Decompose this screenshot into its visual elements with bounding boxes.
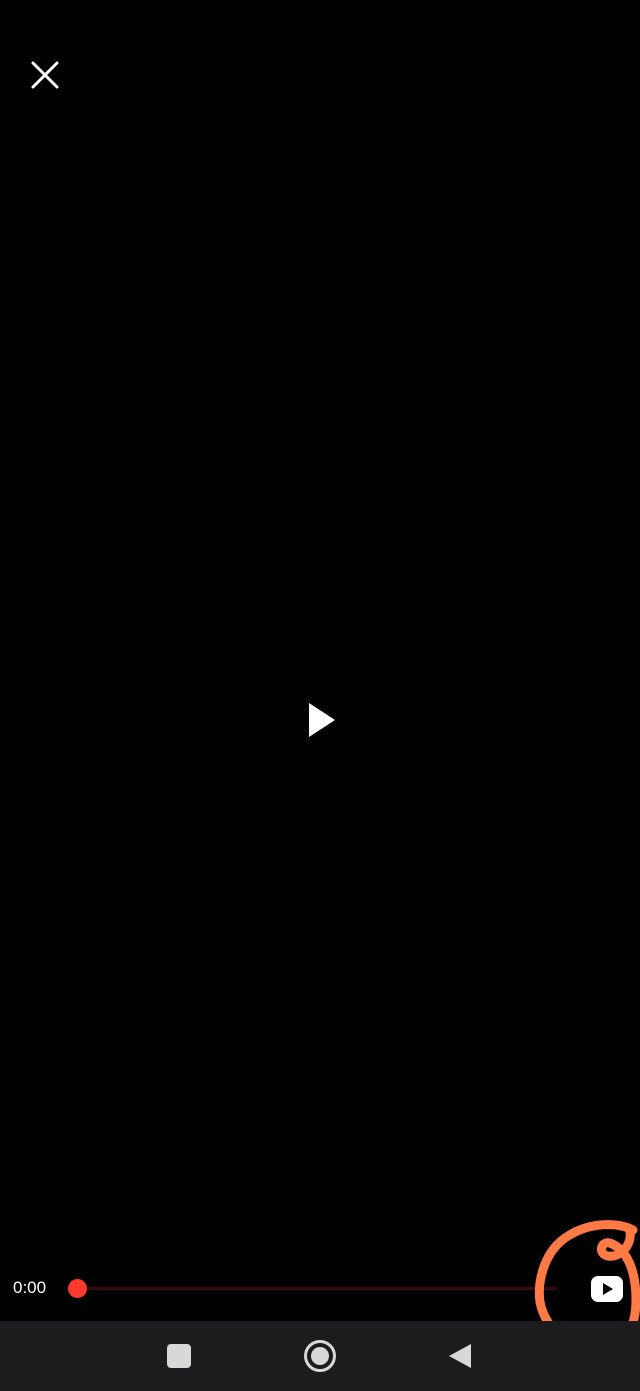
back-button[interactable] bbox=[420, 1321, 500, 1391]
seek-bar[interactable] bbox=[68, 1279, 557, 1298]
close-icon bbox=[31, 61, 59, 89]
system-navigation-bar bbox=[0, 1321, 640, 1391]
video-player: 0:00 bbox=[0, 0, 640, 1321]
youtube-icon bbox=[591, 1276, 623, 1302]
home-icon bbox=[304, 1340, 336, 1372]
recent-apps-button[interactable] bbox=[139, 1321, 219, 1391]
current-time: 0:00 bbox=[13, 1278, 47, 1297]
open-in-youtube-button[interactable] bbox=[588, 1272, 626, 1306]
home-button[interactable] bbox=[280, 1321, 360, 1391]
play-icon bbox=[309, 703, 335, 737]
play-button[interactable] bbox=[292, 690, 352, 750]
close-button[interactable] bbox=[22, 52, 68, 98]
back-icon bbox=[449, 1344, 471, 1368]
recent-apps-icon bbox=[167, 1344, 191, 1368]
seek-bar-thumb[interactable] bbox=[68, 1279, 87, 1298]
